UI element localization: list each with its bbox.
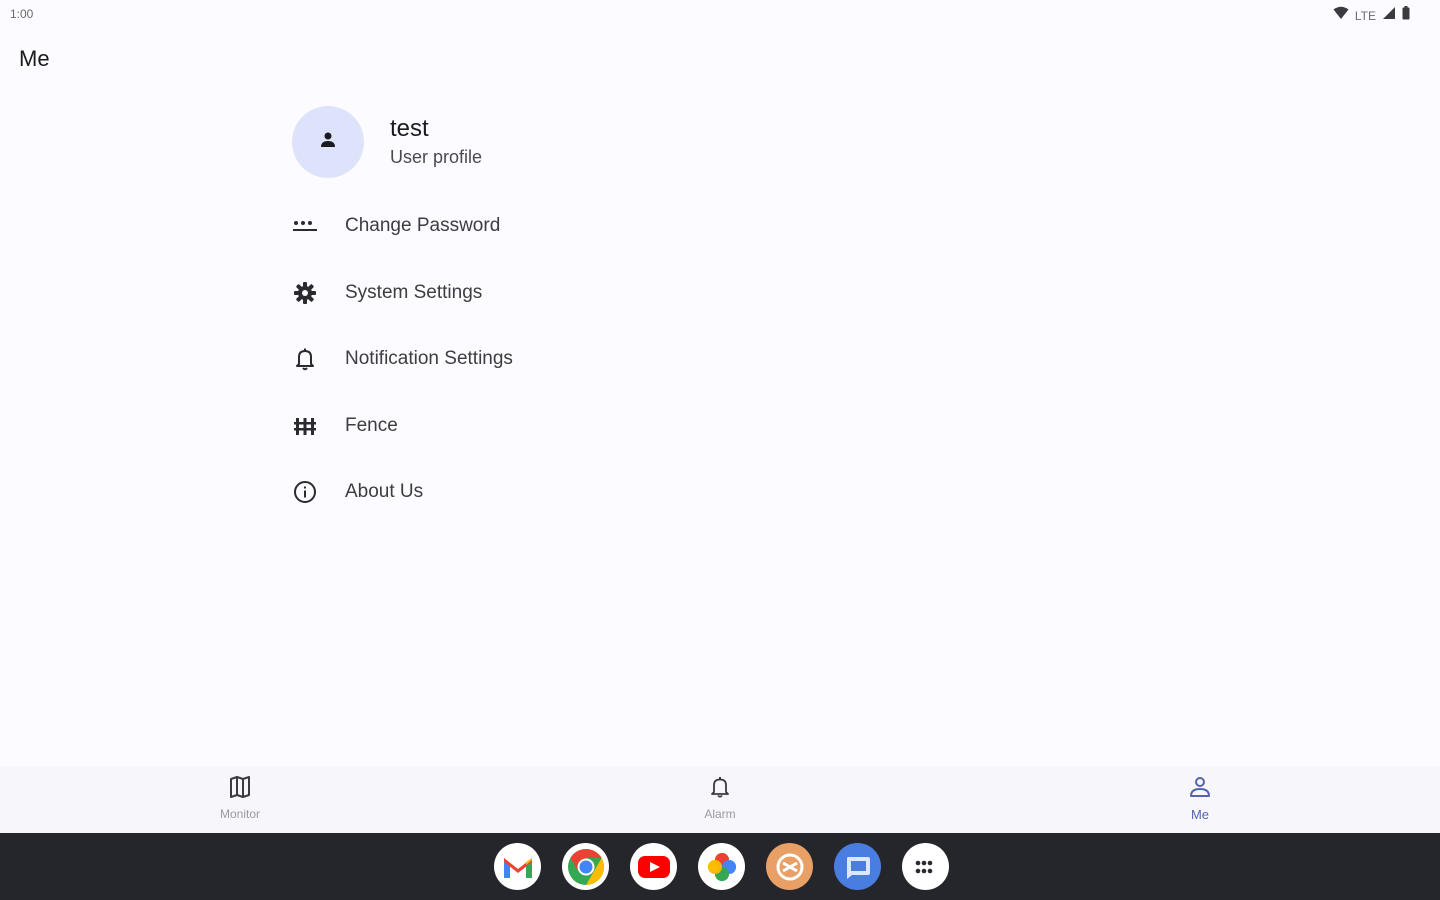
profile-subtitle: User profile (390, 147, 483, 167)
chrome-icon[interactable] (562, 843, 609, 890)
status-time: 1:00 (10, 7, 34, 21)
map-icon (228, 776, 252, 803)
signal-icon (1382, 6, 1396, 25)
app-icon[interactable] (766, 843, 813, 890)
menu-item-fence[interactable]: Fence (290, 393, 670, 460)
nav-item-alarm[interactable]: Alarm (660, 776, 780, 821)
password-icon (290, 211, 320, 241)
photos-icon[interactable] (698, 843, 745, 890)
menu-item-label: Notification Settings (345, 348, 513, 370)
nav-item-me[interactable]: Me (1140, 776, 1260, 822)
bottom-nav: Monitor Alarm Me (0, 766, 1440, 833)
menu-item-change-password[interactable]: Change Password (290, 193, 670, 260)
status-bar: 1:00 LTE (0, 0, 1440, 28)
bell-icon (290, 344, 320, 374)
gmail-icon[interactable] (494, 843, 541, 890)
profile-name: test (390, 115, 429, 142)
menu-item-label: About Us (345, 481, 424, 503)
menu-item-notification-settings[interactable]: Notification Settings (290, 326, 670, 393)
app-dock (494, 843, 949, 890)
network-type: LTE (1354, 8, 1376, 23)
person-icon (1188, 776, 1212, 803)
menu-item-system-settings[interactable]: System Settings (290, 260, 670, 327)
gear-icon (290, 278, 320, 308)
status-icons: LTE (1333, 6, 1410, 25)
page-title: Me (19, 46, 50, 71)
menu-item-label: Change Password (345, 215, 501, 237)
nav-label: Monitor (219, 807, 260, 821)
taskbar (0, 833, 1440, 900)
battery-icon (1402, 6, 1410, 25)
nav-label: Alarm (704, 807, 736, 821)
info-icon (290, 477, 320, 507)
menu-item-label: Fence (345, 414, 398, 436)
app-drawer-icon[interactable] (902, 843, 949, 890)
nav-item-monitor[interactable]: Monitor (180, 776, 300, 821)
bell-icon (709, 776, 731, 803)
screen: 1:00 LTE Me test User profile Change Pas… (0, 0, 1440, 900)
settings-menu: Change Password System Settings Notifica… (290, 193, 670, 526)
person-icon (318, 130, 338, 155)
profile-text: test User profile (390, 114, 482, 170)
youtube-icon[interactable] (630, 843, 677, 890)
menu-item-about-us[interactable]: About Us (290, 459, 670, 526)
nav-label: Me (1190, 807, 1210, 822)
avatar[interactable] (292, 106, 364, 178)
messages-icon[interactable] (834, 843, 881, 890)
wifi-icon (1333, 6, 1349, 25)
profile-header[interactable]: test User profile (292, 106, 482, 178)
fence-icon (290, 411, 320, 441)
menu-item-label: System Settings (345, 281, 483, 303)
